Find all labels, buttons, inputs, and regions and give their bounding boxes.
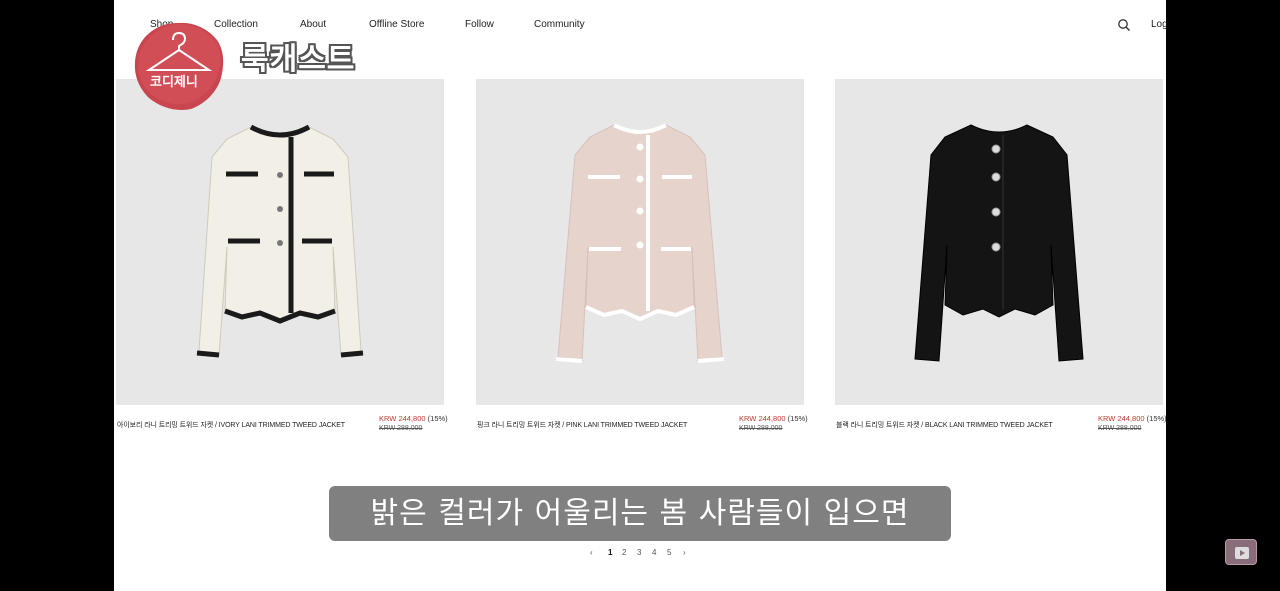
product-image[interactable] bbox=[835, 79, 1163, 405]
product-name[interactable]: 아이보리 라니 트리밍 트위드 자켓 / IVORY LANI TRIMMED … bbox=[117, 420, 345, 430]
discount-rate: (15%) bbox=[1146, 414, 1166, 423]
product-name[interactable]: 핑크 라니 트리밍 트위드 자켓 / PINK LANI TRIMMED TWE… bbox=[477, 420, 687, 430]
nav-follow[interactable]: Follow bbox=[465, 19, 494, 30]
product-price: KRW 244,800 (15%) bbox=[1098, 414, 1166, 423]
video-player-button[interactable] bbox=[1225, 539, 1257, 565]
original-price: KRW 288,000 bbox=[739, 425, 783, 432]
product-image[interactable] bbox=[116, 79, 444, 405]
page-1[interactable]: 1 bbox=[608, 548, 612, 557]
page-5[interactable]: 5 bbox=[667, 548, 671, 557]
product-card[interactable]: 핑크 라니 트리밍 트위드 자켓 / PINK LANI TRIMMED TWE… bbox=[476, 79, 808, 432]
discount-rate: (15%) bbox=[427, 414, 448, 423]
page-3[interactable]: 3 bbox=[637, 548, 641, 557]
page-2[interactable]: 2 bbox=[622, 548, 626, 557]
video-subtitle: 밝은 컬러가 어울리는 봄 사람들이 입으면 bbox=[329, 486, 951, 541]
product-card[interactable]: 아이보리 라니 트리밍 트위드 자켓 / IVORY LANI TRIMMED … bbox=[116, 79, 448, 432]
next-page-button[interactable]: › bbox=[683, 548, 686, 557]
video-title-overlay: 룩캐스트 bbox=[241, 42, 356, 77]
nav-offline-store[interactable]: Offline Store bbox=[369, 19, 424, 30]
login-link[interactable]: Log bbox=[1151, 19, 1166, 30]
product-price: KRW 244,800 (15%) bbox=[379, 414, 448, 423]
play-icon bbox=[1235, 547, 1249, 559]
product-image[interactable] bbox=[476, 79, 804, 405]
product-card[interactable]: 블랙 라니 트리밍 트위드 자켓 / BLACK LANI TRIMMED TW… bbox=[835, 79, 1166, 432]
sale-price: KRW 244,800 bbox=[379, 414, 426, 423]
search-icon[interactable] bbox=[1117, 18, 1131, 32]
discount-rate: (15%) bbox=[787, 414, 808, 423]
sale-price: KRW 244,800 bbox=[739, 414, 786, 423]
logo-text: 코디제니 bbox=[150, 75, 198, 90]
nav-about[interactable]: About bbox=[300, 19, 326, 30]
jacket-image bbox=[555, 123, 725, 363]
jacket-image bbox=[196, 124, 364, 358]
original-price: KRW 288,000 bbox=[379, 425, 423, 432]
pagination: ‹ 1 2 3 4 5 › bbox=[588, 548, 698, 560]
jacket-image bbox=[914, 124, 1084, 362]
channel-logo bbox=[133, 20, 225, 112]
page-4[interactable]: 4 bbox=[652, 548, 656, 557]
nav-community[interactable]: Community bbox=[534, 19, 585, 30]
sale-price: KRW 244,800 bbox=[1098, 414, 1145, 423]
product-price: KRW 244,800 (15%) bbox=[739, 414, 808, 423]
original-price: KRW 288,000 bbox=[1098, 425, 1142, 432]
product-name[interactable]: 블랙 라니 트리밍 트위드 자켓 / BLACK LANI TRIMMED TW… bbox=[836, 420, 1053, 430]
hanger-icon bbox=[134, 22, 224, 110]
prev-page-button[interactable]: ‹ bbox=[590, 548, 593, 557]
